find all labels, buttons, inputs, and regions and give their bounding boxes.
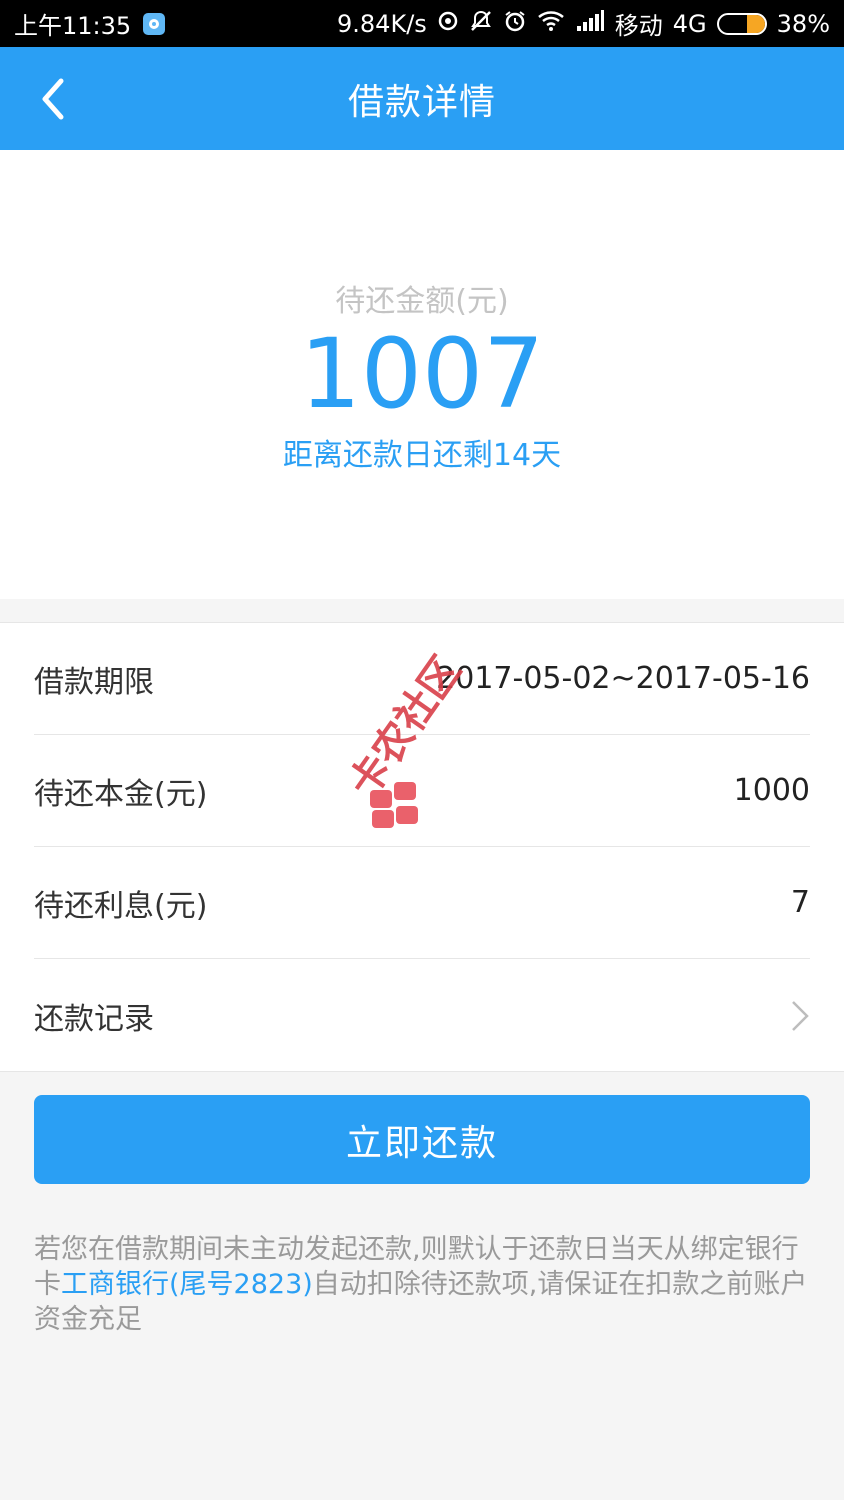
app-header: 借款详情 xyxy=(0,47,844,150)
repayment-history-label: 还款记录 xyxy=(34,1002,154,1037)
repayment-summary: 待还金额(元) 1007 距离还款日还剩14天 xyxy=(0,150,844,599)
bound-bank-card: 工商银行(尾号2823) xyxy=(61,1269,313,1300)
interest-label: 待还利息(元) xyxy=(34,888,208,924)
carrier-name: 移动 xyxy=(614,12,663,40)
repayment-history-row[interactable]: 还款记录 xyxy=(34,960,810,1072)
signal-icon xyxy=(575,9,605,38)
mute-icon xyxy=(469,9,493,39)
page-title: 借款详情 xyxy=(347,81,496,123)
loan-details-list: 借款期限 2017-05-02~2017-05-16 待还本金(元) 1000 … xyxy=(0,622,844,1072)
chevron-left-icon xyxy=(42,78,64,120)
principal-value: 1000 xyxy=(733,773,810,808)
status-right: 9.84K/s 移动 4G 38% xyxy=(337,6,830,41)
principal-row: 待还本金(元) 1000 xyxy=(34,735,810,847)
status-bar: 上午11:35 9.84K/s 移动 4G 38% xyxy=(0,0,844,47)
status-time: 上午11:35 xyxy=(14,12,132,40)
alarm-icon xyxy=(503,9,527,39)
amount-label: 待还金额(元) xyxy=(335,284,509,319)
interest-value: 7 xyxy=(790,885,810,920)
data-sync-icon xyxy=(437,10,459,38)
amount-due: 1007 xyxy=(299,318,545,430)
back-button[interactable] xyxy=(24,71,80,127)
chevron-right-icon xyxy=(792,1001,809,1031)
wifi-icon xyxy=(537,10,565,38)
repay-now-button[interactable]: 立即还款 xyxy=(34,1095,810,1184)
network-type: 4G xyxy=(672,9,707,38)
loan-term-label: 借款期限 xyxy=(34,664,154,700)
battery-percent: 38% xyxy=(776,9,830,38)
status-left: 上午11:35 xyxy=(14,6,166,41)
days-remaining: 距离还款日还剩14天 xyxy=(282,438,562,473)
app-icon xyxy=(143,12,166,35)
interest-row: 待还利息(元) 7 xyxy=(34,847,810,959)
network-speed: 9.84K/s xyxy=(337,9,427,38)
principal-label: 待还本金(元) xyxy=(34,776,208,812)
auto-deduct-notice: 若您在借款期间未主动发起还款,则默认于还款日当天从绑定银行卡工商银行(尾号282… xyxy=(34,1232,814,1337)
loan-term-value: 2017-05-02~2017-05-16 xyxy=(436,661,810,696)
loan-term-row: 借款期限 2017-05-02~2017-05-16 xyxy=(34,623,810,735)
battery-icon xyxy=(716,12,767,35)
